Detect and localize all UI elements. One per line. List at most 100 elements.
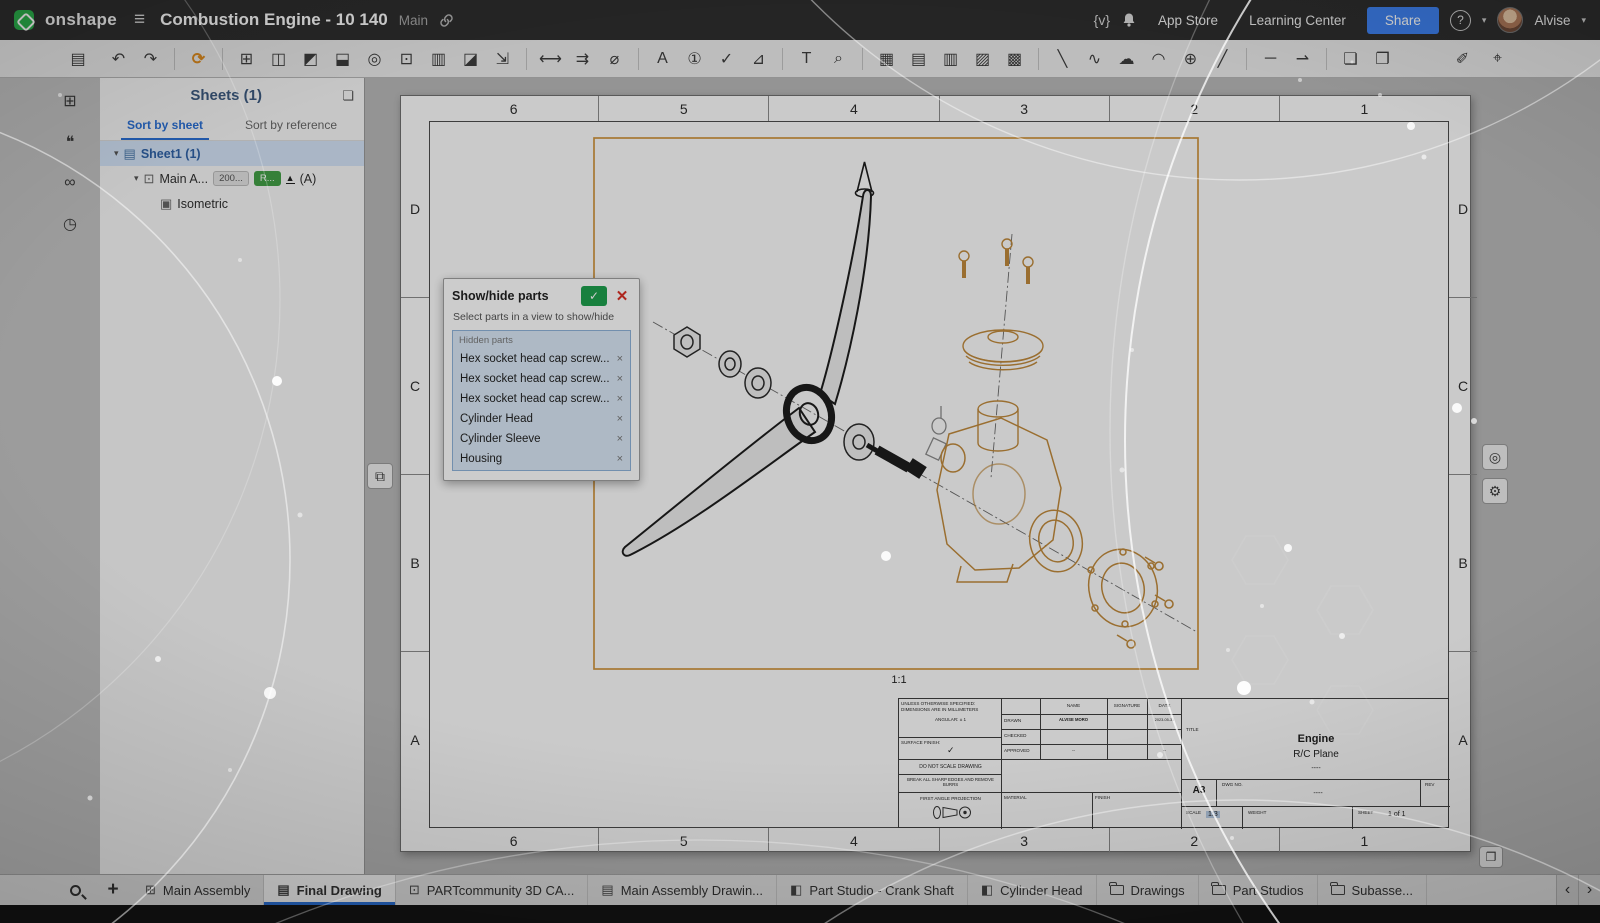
centerline-icon[interactable]: ╱ bbox=[1208, 45, 1237, 73]
redo-icon[interactable]: ↷ bbox=[136, 45, 165, 73]
tb-finish-label: FINISH bbox=[1095, 795, 1110, 801]
hidden-part-row[interactable]: Cylinder Head × bbox=[457, 409, 626, 429]
insert-view-icon[interactable]: ⊞ bbox=[232, 45, 261, 73]
hidden-part-row[interactable]: Hex socket head cap screw... × bbox=[457, 389, 626, 409]
remove-part-icon[interactable]: × bbox=[617, 373, 623, 385]
line-icon[interactable]: ╲ bbox=[1048, 45, 1077, 73]
view-manipulator-button[interactable]: ⧉ bbox=[367, 463, 393, 489]
projected-view-icon[interactable]: ◫ bbox=[264, 45, 293, 73]
update-views-icon[interactable]: ⟳ bbox=[184, 45, 213, 73]
auxiliary-view-icon[interactable]: ◩ bbox=[296, 45, 325, 73]
remove-part-icon[interactable]: × bbox=[617, 413, 623, 425]
arrow-style-icon[interactable]: ⇀ bbox=[1288, 45, 1317, 73]
tree-row-isometric[interactable]: ▣ Isometric bbox=[100, 191, 364, 216]
share-button[interactable]: Share bbox=[1367, 7, 1439, 34]
tab-main-assembly-drawing[interactable]: ▤ Main Assembly Drawin... bbox=[588, 875, 777, 905]
display-options-button[interactable]: ◎ bbox=[1482, 444, 1508, 470]
comments-icon[interactable]: ❝ bbox=[56, 129, 84, 155]
line-style-icon[interactable]: ─ bbox=[1256, 45, 1285, 73]
tab-folder-part-studios[interactable]: Part Studios bbox=[1199, 875, 1318, 905]
scroll-tabs-right-icon[interactable]: › bbox=[1578, 875, 1600, 905]
dock-panel-icon[interactable]: ❏ bbox=[342, 88, 354, 104]
hole-table-icon[interactable]: ▥ bbox=[936, 45, 965, 73]
tab-part-studio-crank-shaft[interactable]: ◧ Part Studio - Crank Shaft bbox=[777, 875, 968, 905]
sort-tab[interactable]: Sort by sheet bbox=[121, 111, 209, 140]
move-view-icon[interactable]: ⇲ bbox=[488, 45, 517, 73]
configurations-icon[interactable]: ⊞ bbox=[56, 88, 84, 114]
tree-row-main-view[interactable]: ▾ ⊡ Main A... 200... R... ▲ (A) bbox=[100, 166, 364, 191]
tab-label: Part Studio - Crank Shaft bbox=[809, 883, 954, 898]
dimension-icon[interactable]: ⟷ bbox=[536, 45, 565, 73]
hidden-part-row[interactable]: Hex socket head cap screw... × bbox=[457, 369, 626, 389]
search-tabs-button[interactable] bbox=[56, 875, 94, 905]
tree-row-sheet1[interactable]: ▾ ▤ Sheet1 (1) bbox=[100, 141, 364, 166]
diameter-dimension-icon[interactable]: ⌀ bbox=[600, 45, 629, 73]
arc-icon[interactable]: ◠ bbox=[1144, 45, 1173, 73]
revision-cloud-icon[interactable]: ☁ bbox=[1112, 45, 1141, 73]
section-view-icon[interactable]: ⬓ bbox=[328, 45, 357, 73]
add-tab-button[interactable]: + bbox=[94, 875, 132, 905]
measure-icon[interactable]: ✐ bbox=[1448, 45, 1477, 73]
user-name[interactable]: Alvise bbox=[1534, 13, 1570, 28]
workspace-label[interactable]: Main bbox=[399, 13, 428, 28]
table-icon[interactable]: ▦ bbox=[872, 45, 901, 73]
main-menu-icon[interactable]: ≡ bbox=[134, 9, 145, 31]
ordinate-dimension-icon[interactable]: ⇉ bbox=[568, 45, 597, 73]
break-out-section-icon[interactable]: ◪ bbox=[456, 45, 485, 73]
app-store-link[interactable]: App Store bbox=[1148, 7, 1228, 34]
remove-part-icon[interactable]: × bbox=[617, 353, 623, 365]
hidden-part-row[interactable]: Cylinder Sleeve × bbox=[457, 429, 626, 449]
remove-part-icon[interactable]: × bbox=[617, 453, 623, 465]
surface-finish-icon[interactable]: ✓ bbox=[712, 45, 741, 73]
balloon-icon[interactable]: ① bbox=[680, 45, 709, 73]
learning-center-link[interactable]: Learning Center bbox=[1239, 7, 1356, 34]
export-sheet-icon[interactable]: ❏ bbox=[1336, 45, 1365, 73]
tab-partcommunity[interactable]: ⊡ PARTcommunity 3D CA... bbox=[396, 875, 589, 905]
tab-cylinder-head[interactable]: ◧ Cylinder Head bbox=[968, 875, 1097, 905]
text-icon[interactable]: T bbox=[792, 45, 821, 73]
share-link-icon[interactable] bbox=[439, 13, 454, 28]
hidden-part-row[interactable]: Housing × bbox=[457, 449, 626, 469]
remove-part-icon[interactable]: × bbox=[617, 433, 623, 445]
tab-final-drawing[interactable]: ▤ Final Drawing bbox=[264, 875, 396, 905]
sheet-properties-icon[interactable]: ❐ bbox=[1368, 45, 1397, 73]
crop-view-icon[interactable]: ⊡ bbox=[392, 45, 421, 73]
bom-table-icon[interactable]: ▤ bbox=[904, 45, 933, 73]
assembly-icon: ⊞ bbox=[145, 882, 156, 898]
tb-scale-value[interactable]: 1:3 bbox=[1206, 811, 1220, 818]
broken-view-icon[interactable]: ▥ bbox=[424, 45, 453, 73]
history-icon[interactable]: ◷ bbox=[56, 211, 84, 237]
undo-icon[interactable]: ↶ bbox=[104, 45, 133, 73]
hidden-part-row[interactable]: Hex socket head cap screw... × bbox=[457, 349, 626, 369]
expand-caret-icon[interactable]: ▾ bbox=[114, 148, 119, 159]
inspect-icon[interactable]: ⌖ bbox=[1483, 45, 1512, 73]
revision-table-icon[interactable]: ▨ bbox=[968, 45, 997, 73]
tools-button[interactable]: ⚙ bbox=[1482, 478, 1508, 504]
help-caret-icon[interactable]: ▾ bbox=[1482, 15, 1487, 26]
find-annotation-icon[interactable]: ⌕ bbox=[824, 45, 853, 73]
note-icon[interactable]: A bbox=[648, 45, 677, 73]
confirm-button[interactable]: ✓ bbox=[581, 286, 607, 306]
scroll-tabs-left-icon[interactable]: ‹ bbox=[1556, 875, 1578, 905]
tab-main-assembly[interactable]: ⊞ Main Assembly bbox=[132, 875, 264, 905]
detail-view-icon[interactable]: ◎ bbox=[360, 45, 389, 73]
tab-folder-subassemblies[interactable]: Subasse... bbox=[1318, 875, 1427, 905]
versions-icon[interactable]: {v} bbox=[1094, 12, 1110, 28]
user-avatar[interactable] bbox=[1497, 7, 1523, 33]
expand-caret-icon[interactable]: ▾ bbox=[134, 173, 139, 184]
point-icon[interactable]: ⊕ bbox=[1176, 45, 1205, 73]
tab-folder-drawings[interactable]: Drawings bbox=[1097, 875, 1199, 905]
notifications-bell-icon[interactable] bbox=[1121, 12, 1137, 28]
help-icon[interactable]: ? bbox=[1450, 10, 1471, 31]
cancel-button[interactable]: ✕ bbox=[613, 286, 631, 306]
user-menu-caret-icon[interactable]: ▾ bbox=[1581, 15, 1586, 26]
weld-table-icon[interactable]: ▩ bbox=[1000, 45, 1029, 73]
remove-part-icon[interactable]: × bbox=[617, 393, 623, 405]
weld-symbol-icon[interactable]: ⊿ bbox=[744, 45, 773, 73]
spline-icon[interactable]: ∿ bbox=[1080, 45, 1109, 73]
toolbar-separator bbox=[222, 48, 223, 70]
sort-tab[interactable]: Sort by reference bbox=[239, 111, 343, 140]
sheet-thumbnails-button[interactable]: ❐ bbox=[1479, 846, 1503, 868]
follow-mode-icon[interactable]: ∞ bbox=[56, 170, 84, 196]
sheets-list-icon[interactable]: ▤ bbox=[64, 45, 92, 73]
